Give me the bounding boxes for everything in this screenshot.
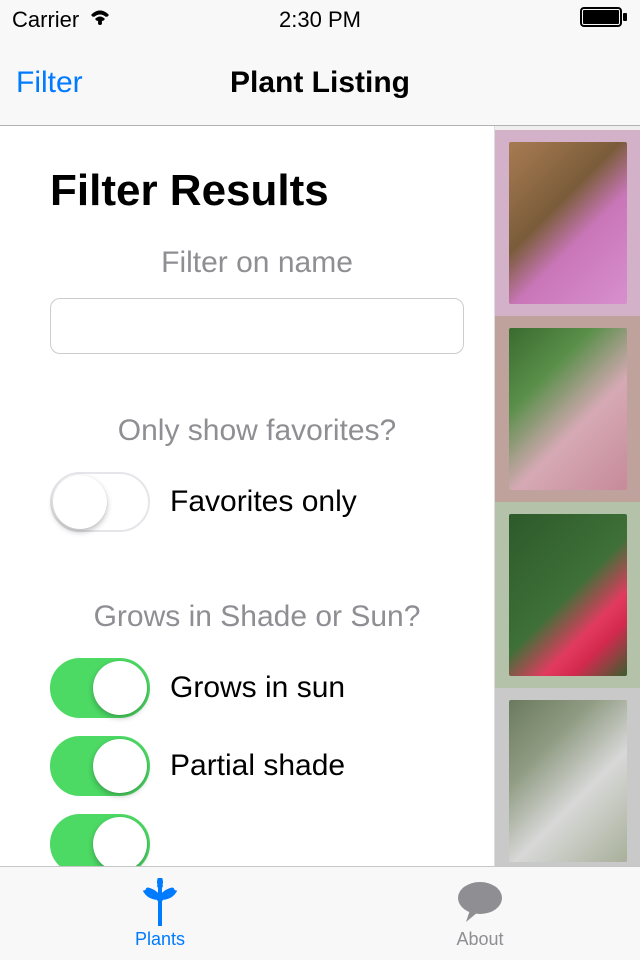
third-switch-row: [50, 814, 464, 866]
chat-icon: [456, 877, 504, 927]
favorites-switch-row: Favorites only: [50, 472, 464, 532]
filter-button[interactable]: Filter: [16, 66, 83, 100]
partial-shade-row: Partial shade: [50, 736, 464, 796]
grows-in-sun-label: Grows in sun: [170, 671, 345, 705]
name-filter-input[interactable]: [50, 298, 464, 354]
filter-panel-title: Filter Results: [50, 166, 464, 216]
status-left: Carrier: [12, 7, 113, 33]
grows-in-sun-switch[interactable]: [50, 658, 150, 718]
page-title: Plant Listing: [230, 66, 410, 100]
plant-thumbnail: [509, 328, 627, 490]
wifi-icon: [87, 7, 113, 33]
tab-plants[interactable]: Plants: [0, 867, 320, 960]
list-item[interactable]: [495, 316, 640, 502]
plant-thumbnail: [509, 142, 627, 304]
plant-list[interactable]: [495, 126, 640, 866]
filter-panel: Filter Results Filter on name Only show …: [0, 126, 495, 866]
nav-bar: Filter Plant Listing: [0, 40, 640, 126]
plant-thumbnail: [509, 514, 627, 676]
list-item[interactable]: [495, 130, 640, 316]
favorites-section-label: Only show favorites?: [50, 414, 464, 448]
third-switch[interactable]: [50, 814, 150, 866]
battery-icon: [580, 7, 628, 33]
tab-about-label: About: [456, 929, 503, 950]
tab-about[interactable]: About: [320, 867, 640, 960]
grows-in-sun-row: Grows in sun: [50, 658, 464, 718]
carrier-label: Carrier: [12, 7, 79, 33]
plant-icon: [140, 877, 180, 927]
tab-bar: Plants About: [0, 866, 640, 960]
favorites-switch[interactable]: [50, 472, 150, 532]
sun-section-label: Grows in Shade or Sun?: [50, 600, 464, 634]
partial-shade-switch[interactable]: [50, 736, 150, 796]
status-bar: Carrier 2:30 PM: [0, 0, 640, 40]
name-filter-label: Filter on name: [50, 246, 464, 280]
list-item[interactable]: [495, 688, 640, 866]
partial-shade-label: Partial shade: [170, 749, 345, 783]
favorites-switch-label: Favorites only: [170, 485, 357, 519]
list-item[interactable]: [495, 502, 640, 688]
tab-plants-label: Plants: [135, 929, 185, 950]
content-area: Filter Results Filter on name Only show …: [0, 126, 640, 866]
status-time: 2:30 PM: [279, 7, 361, 33]
plant-thumbnail: [509, 700, 627, 862]
